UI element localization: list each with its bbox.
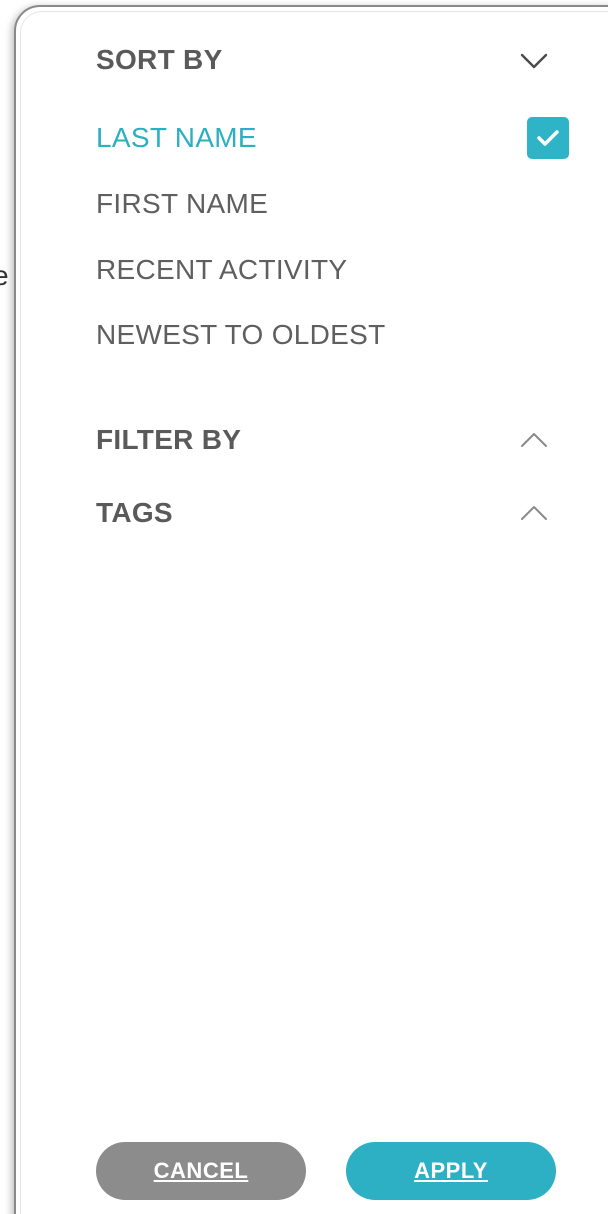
apply-button[interactable]: APPLY bbox=[346, 1142, 556, 1200]
cancel-button[interactable]: CANCEL bbox=[96, 1142, 306, 1200]
chevron-down-icon bbox=[520, 53, 548, 69]
sort-option-recent-activity[interactable]: RECENT ACTIVITY bbox=[96, 248, 576, 292]
sort-by-title: SORT BY bbox=[96, 44, 223, 75]
sort-option-first-name[interactable]: FIRST NAME bbox=[96, 182, 576, 226]
checkmark-icon bbox=[527, 117, 569, 159]
sort-option-newest-to-oldest[interactable]: NEWEST TO OLDEST bbox=[96, 313, 576, 357]
screen: e SORT BY LAST NAME FIRST NAME RECENT AC… bbox=[0, 0, 608, 1214]
chevron-up-icon bbox=[521, 433, 547, 447]
sort-option-label: LAST NAME bbox=[96, 122, 257, 153]
sort-by-header[interactable]: SORT BY bbox=[96, 40, 556, 80]
sort-filter-panel: SORT BY LAST NAME FIRST NAME RECENT ACTI… bbox=[14, 5, 608, 1214]
chevron-up-icon bbox=[521, 506, 547, 520]
filter-by-title: FILTER BY bbox=[96, 424, 242, 455]
sort-option-label: NEWEST TO OLDEST bbox=[96, 319, 386, 350]
tags-title: TAGS bbox=[96, 497, 173, 528]
sort-option-label: RECENT ACTIVITY bbox=[96, 254, 348, 285]
sort-option-last-name[interactable]: LAST NAME bbox=[96, 116, 576, 160]
background-edge-glyph: e bbox=[0, 260, 9, 291]
tags-header[interactable]: TAGS bbox=[96, 493, 556, 533]
filter-by-header[interactable]: FILTER BY bbox=[96, 420, 556, 460]
sort-option-label: FIRST NAME bbox=[96, 188, 269, 219]
